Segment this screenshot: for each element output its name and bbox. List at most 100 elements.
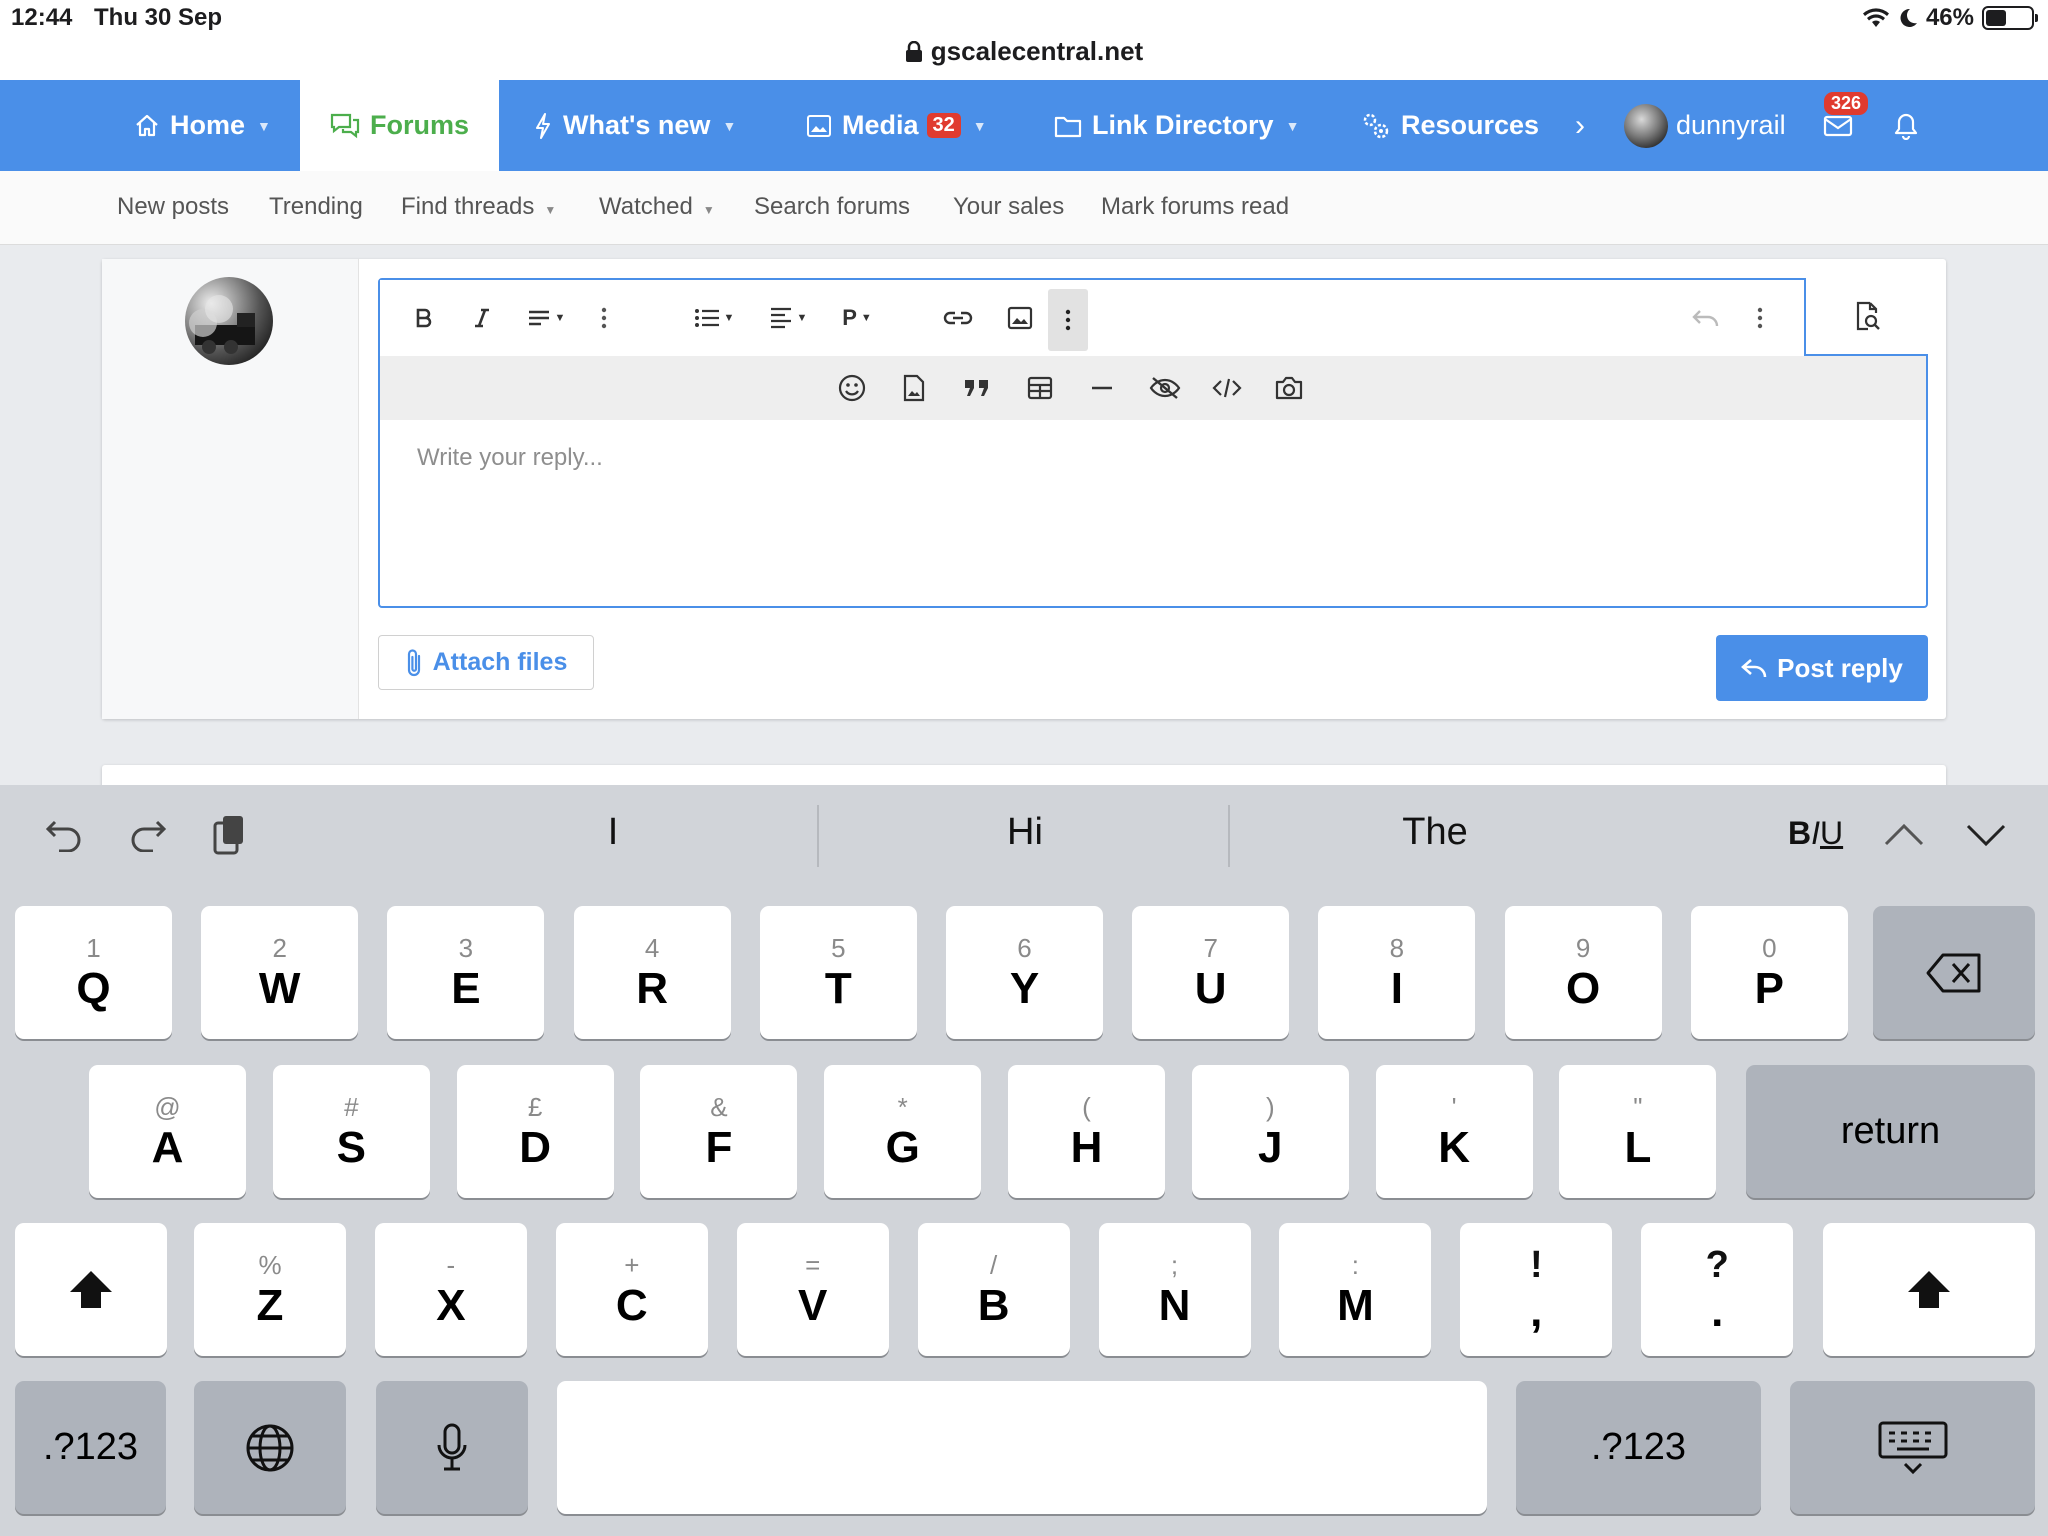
key-q[interactable]: 1Q [15,906,172,1039]
chevron-down-icon[interactable]: ▼ [722,118,736,134]
key-k[interactable]: ' K [1375,1065,1533,1198]
align-dropdown[interactable]: ▼ [760,298,816,338]
key-m[interactable]: :M [1279,1223,1432,1356]
chevron-down-icon[interactable]: ▼ [1286,118,1300,134]
shift-left-key[interactable] [15,1223,167,1356]
key-n[interactable]: ; N [1098,1223,1251,1356]
redo-icon[interactable] [126,813,170,857]
undo-icon[interactable] [42,813,86,857]
bold-icon [416,308,432,328]
list-dropdown[interactable]: ▼ [686,298,742,338]
key-t[interactable]: 5T [759,906,917,1039]
nav-forums[interactable]: Forums [300,80,499,171]
numbers-key-right[interactable]: .?123 [1516,1381,1761,1514]
key-f[interactable]: & F [640,1065,798,1198]
key-l[interactable]: " L [1559,1065,1717,1198]
key-secondary-label: 6 [1017,932,1032,963]
chevron-down-icon[interactable]: ▼ [973,118,987,134]
emoji-button[interactable] [832,368,872,408]
key-comma[interactable]: !, [1460,1223,1613,1356]
subnav-trending[interactable]: Trending [269,193,363,221]
chevron-down-icon[interactable]: ▼ [703,203,715,217]
key-y[interactable]: 6Y [946,906,1103,1039]
return-key[interactable]: return [1746,1065,2035,1198]
reply-editor[interactable]: ▼ ▼ ▼ P ▼ Write your reply... [378,278,1928,608]
shift-right-key[interactable] [1823,1223,2035,1356]
more-text-button[interactable] [590,298,618,338]
nav-alerts[interactable] [1893,80,1929,171]
key-w[interactable]: 2W [201,906,359,1039]
bold-button[interactable] [404,298,444,338]
key-z[interactable]: % Z [194,1223,346,1356]
chevron-down-icon[interactable]: ▼ [257,118,271,134]
chevron-up-icon[interactable] [1882,813,1926,857]
insert-media-button[interactable] [894,368,934,408]
key-o[interactable]: 9O [1504,906,1662,1039]
code-button[interactable] [1207,368,1247,408]
backspace-key[interactable] [1873,906,2035,1039]
key-u[interactable]: 7U [1132,906,1290,1039]
subnav-mark-forums-read[interactable]: Mark forums read [1101,193,1289,221]
text-format-button[interactable]: BIU [1788,815,1843,852]
key-d[interactable]: £ D [456,1065,614,1198]
post-reply-button[interactable]: Post reply [1716,635,1928,701]
dictation-key[interactable] [376,1381,528,1514]
nav-whats-new[interactable]: What's new ▼ [533,80,736,171]
globe-key[interactable] [194,1381,346,1514]
subnav-new-posts[interactable]: New posts [117,193,229,221]
quote-button[interactable] [957,368,997,408]
screenshot-button[interactable] [1269,368,1309,408]
chevron-down-icon[interactable]: ▼ [544,203,556,217]
key-secondary-label: 0 [1762,932,1777,963]
nav-more-chevron-icon[interactable]: › [1575,80,1585,171]
subnav-find-threads[interactable]: Find threads ▼ [401,193,556,221]
nav-media[interactable]: Media 32 ▼ [806,80,987,171]
spoiler-button[interactable] [1145,368,1185,408]
suggestion-3[interactable]: The [1235,811,1635,854]
address-bar[interactable]: gscalecentral.net [0,36,2048,67]
more-misc-button[interactable] [1048,289,1088,351]
key-x[interactable]: -X [374,1223,527,1356]
suggestion-1[interactable]: I [413,811,813,854]
key-e[interactable]: 3E [387,906,545,1039]
insert-table-button[interactable] [1020,368,1060,408]
reply-placeholder[interactable]: Write your reply... [417,444,603,472]
dismiss-keyboard-key[interactable] [1790,1381,2035,1514]
key-p[interactable]: 0P [1690,906,1848,1039]
numbers-key-left[interactable]: .?123 [15,1381,166,1514]
key-primary-label: A [151,1122,184,1172]
key-period[interactable]: ?. [1641,1223,1794,1356]
attach-files-button[interactable]: Attach files [378,635,594,690]
chevron-down-icon[interactable] [1964,813,2008,857]
italic-button[interactable] [462,298,502,338]
key-a[interactable]: @ A [89,1065,246,1198]
suggestion-2[interactable]: Hi [825,811,1225,854]
preview-toggle-button[interactable] [1804,278,1928,356]
text-style-dropdown[interactable]: ▼ [518,298,574,338]
nav-link-directory[interactable]: Link Directory ▼ [1054,80,1299,171]
nav-user-account[interactable]: dunnyrail [1624,80,1786,171]
subnav-watched[interactable]: Watched ▼ [599,193,715,221]
avatar[interactable] [185,277,273,365]
paragraph-format-dropdown[interactable]: P ▼ [832,298,882,338]
more-rich-button[interactable] [1746,298,1774,338]
nav-home[interactable]: Home ▼ [134,80,271,171]
subnav-your-sales[interactable]: Your sales [953,193,1064,221]
nav-resources[interactable]: Resources [1361,80,1539,171]
key-g[interactable]: * G [824,1065,982,1198]
insert-image-button[interactable] [998,298,1042,338]
subnav-search-forums[interactable]: Search forums [754,193,910,221]
key-v[interactable]: = V [736,1223,889,1356]
space-key[interactable] [557,1381,1487,1514]
paste-icon[interactable] [207,813,251,857]
key-c[interactable]: + C [555,1223,708,1356]
key-b[interactable]: / B [917,1223,1070,1356]
key-j[interactable]: ) J [1191,1065,1349,1198]
key-h[interactable]: (H [1008,1065,1165,1198]
key-s[interactable]: # S [272,1065,430,1198]
key-i[interactable]: 8I [1318,906,1476,1039]
key-r[interactable]: 4R [573,906,731,1039]
insert-link-button[interactable] [936,298,980,338]
undo-button[interactable] [1684,298,1728,338]
horizontal-rule-button[interactable] [1082,368,1122,408]
